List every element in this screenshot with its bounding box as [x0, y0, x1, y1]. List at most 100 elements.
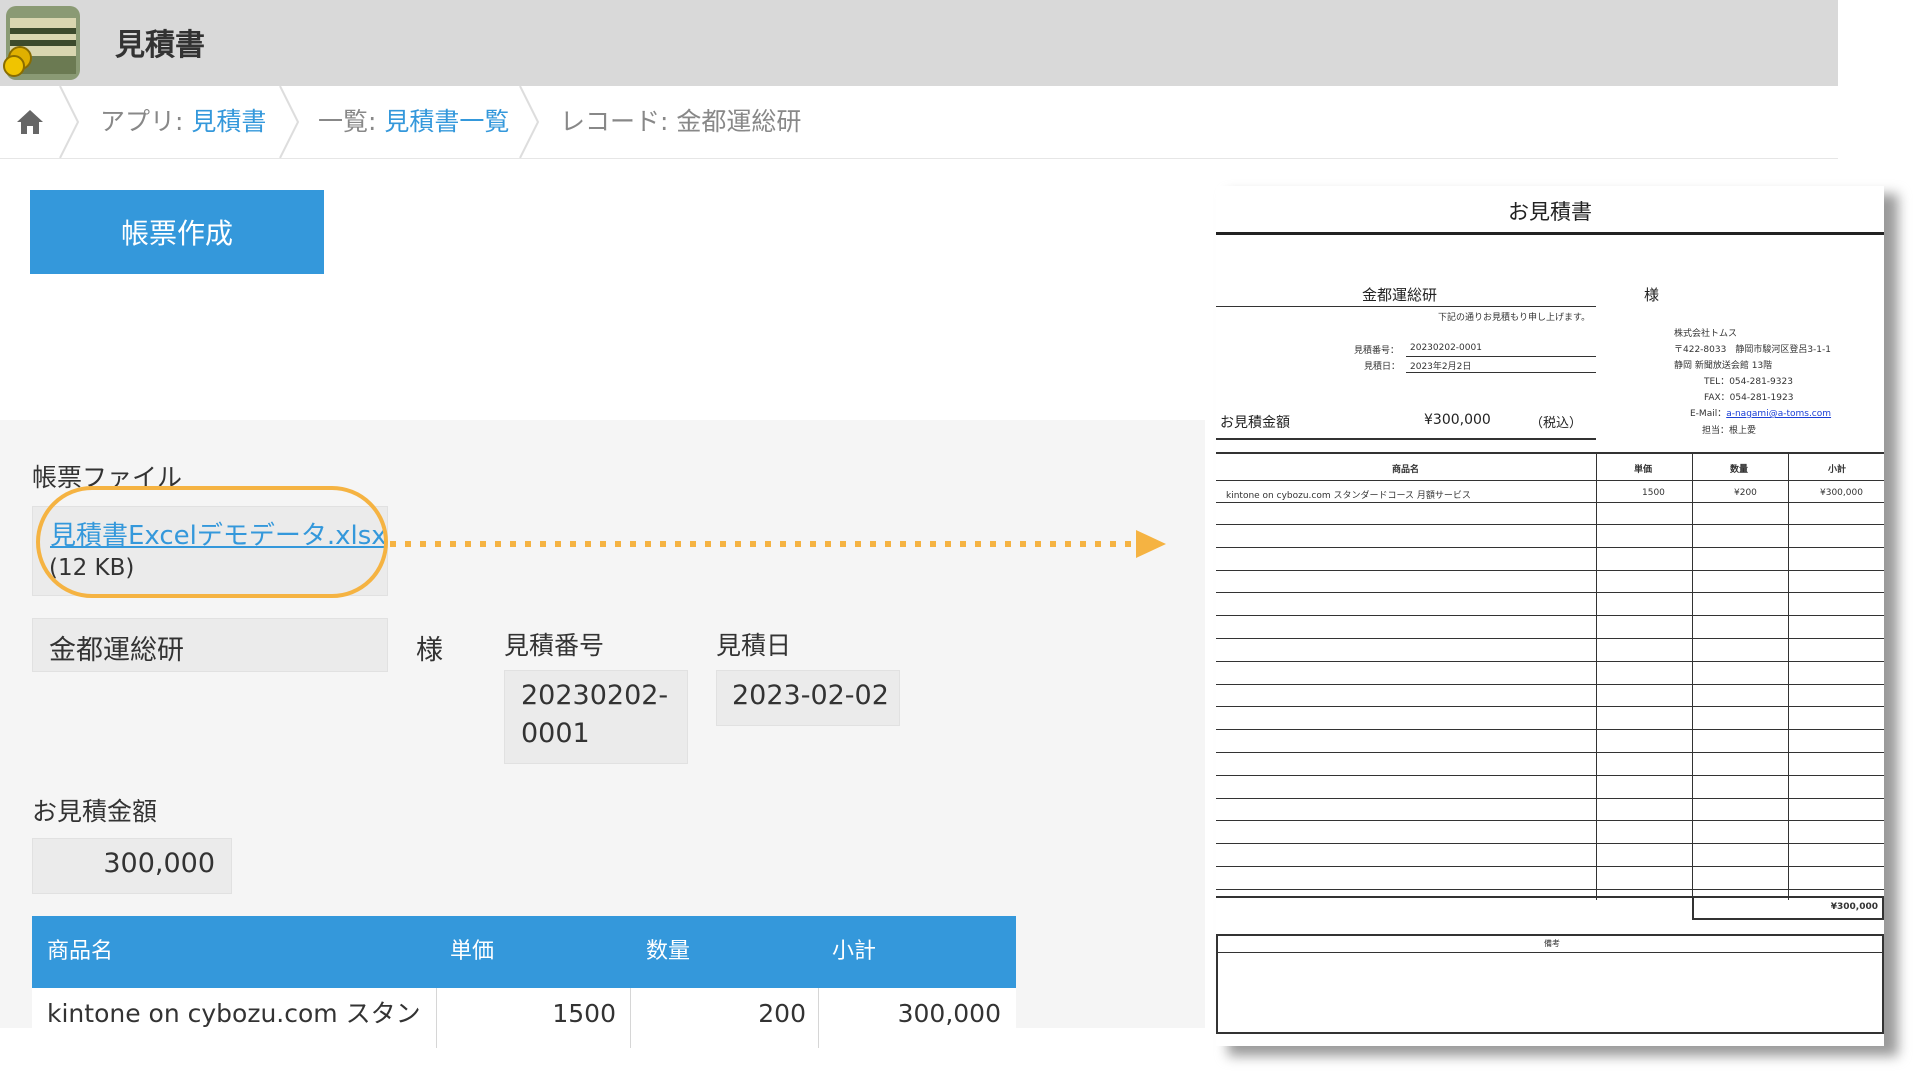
document-grid-row-line	[1216, 480, 1884, 481]
document-quote-date: 2023年2月2日	[1410, 362, 1472, 372]
document-grid-row-line	[1216, 820, 1884, 821]
document-email: E-Mail：a-nagami@a-toms.com	[1690, 406, 1831, 419]
document-items-grid: 商品名 単価 数量 小計 kintone on cybozu.com スタンダー…	[1216, 452, 1884, 900]
breadcrumb-record: レコード: 金都運総研	[560, 107, 802, 136]
column-header-subtotal: 小計	[832, 939, 877, 964]
document-row-unit-price: 1500	[1642, 488, 1665, 498]
document-total-box: ¥300,000	[1692, 898, 1884, 920]
document-grid-row-line	[1216, 706, 1884, 707]
document-grid-row-line	[1216, 502, 1884, 503]
document-total: ¥300,000	[1830, 902, 1878, 912]
column-divider	[818, 988, 819, 1048]
document-header-product: 商品名	[1392, 465, 1420, 475]
document-grid-row-line	[1216, 547, 1884, 548]
cell-quantity: 200	[758, 999, 806, 1028]
document-quote-date-label: 見積日：	[1364, 362, 1401, 372]
document-remarks-box: 備考	[1216, 934, 1884, 1034]
document-email-label: E-Mail：	[1690, 409, 1727, 419]
document-staff: 担当：根上愛	[1702, 426, 1757, 436]
document-amount: ¥300,000	[1424, 412, 1491, 428]
document-intro: 下記の通りお見積もり申し上げます。	[1438, 313, 1591, 323]
quote-number-line1: 20230202-	[521, 680, 669, 711]
document-grid-row-line	[1216, 592, 1884, 593]
document-grid-column-line	[1788, 454, 1789, 900]
app-title: 見積書	[115, 28, 205, 63]
column-divider	[436, 988, 437, 1048]
chevron-separator-icon	[279, 86, 300, 158]
cell-unit-price: 1500	[552, 999, 616, 1028]
document-amount-label: お見積金額	[1220, 415, 1290, 431]
document-header-subtotal: 小計	[1828, 465, 1847, 475]
document-grid-row-line	[1216, 615, 1884, 616]
document-grid-row-line	[1216, 661, 1884, 662]
column-header-unit-price: 単価	[450, 939, 495, 964]
document-fax: FAX：054-281-1923	[1704, 393, 1794, 403]
table-row: kintone on cybozu.com スタン 1500 200 300,0…	[32, 988, 1016, 1048]
quote-document-preview: お見積書 金都運総研 様 下記の通りお見積もり申し上げます。 見積番号： 202…	[1216, 186, 1884, 1046]
document-row-product: kintone on cybozu.com スタンダードコース 月額サービス	[1226, 491, 1471, 501]
quote-number-label: 見積番号	[504, 631, 605, 660]
app-header: 見積書	[0, 0, 1838, 86]
document-header-quantity: 数量	[1730, 465, 1749, 475]
document-grid-row-line	[1216, 843, 1884, 844]
highlight-oval	[36, 486, 388, 598]
document-amount-rule	[1216, 438, 1596, 440]
cell-product: kintone on cybozu.com スタン	[47, 999, 421, 1028]
document-grid-row-line	[1216, 729, 1884, 730]
document-grid-row-line	[1216, 752, 1884, 753]
document-grid-row-line	[1216, 889, 1884, 890]
document-rule	[1406, 372, 1596, 373]
document-title-rule	[1216, 232, 1884, 235]
document-grid-column-line	[1692, 454, 1693, 900]
document-title: お見積書	[1508, 200, 1592, 224]
amount-label: お見積金額	[32, 797, 158, 826]
document-address1: 〒422-8033 静岡市駿河区登呂3-1-1	[1674, 345, 1832, 355]
breadcrumb-app-prefix: アプリ:	[100, 107, 192, 136]
items-table: 商品名 単価 数量 小計 kintone on cybozu.com スタン 1…	[32, 916, 1016, 1048]
document-grid-row-line	[1216, 524, 1884, 525]
document-grid-row-line	[1216, 684, 1884, 685]
document-address2: 静岡 新聞放送会館 13階	[1674, 361, 1773, 371]
items-table-header: 商品名 単価 数量 小計	[32, 916, 1016, 988]
column-header-quantity: 数量	[646, 939, 691, 964]
document-grid-column-line	[1596, 454, 1597, 900]
document-customer-rule	[1216, 306, 1596, 307]
document-grid-row-line	[1216, 866, 1884, 867]
document-customer: 金都運総研	[1362, 286, 1438, 304]
column-header-product: 商品名	[47, 939, 114, 964]
document-tax-note: （税込）	[1530, 416, 1583, 431]
document-honorific: 様	[1644, 286, 1660, 304]
coin-stack-icon[interactable]	[0, 0, 86, 86]
chevron-separator-icon	[59, 86, 80, 158]
document-rule	[1406, 356, 1596, 357]
breadcrumb: アプリ: 見積書 一覧: 見積書一覧 レコード: 金都運総研	[0, 86, 1838, 159]
breadcrumb-app: アプリ: 見積書	[100, 86, 266, 158]
home-icon[interactable]	[15, 107, 45, 137]
document-grid-row-line	[1216, 775, 1884, 776]
quote-date-field[interactable]: 2023-02-02	[716, 670, 900, 726]
document-row-subtotal: ¥300,000	[1820, 488, 1863, 498]
document-quote-number: 20230202-0001	[1410, 343, 1482, 353]
document-quote-number-label: 見積番号：	[1354, 346, 1400, 356]
document-remarks-label: 備考	[1218, 936, 1884, 953]
breadcrumb-app-link[interactable]: 見積書	[191, 107, 266, 136]
document-grid-row-line	[1216, 798, 1884, 799]
document-company: 株式会社トムス	[1674, 329, 1738, 339]
quote-number-field[interactable]: 20230202- 0001	[504, 670, 688, 764]
customer-field[interactable]: 金都運総研	[32, 618, 388, 672]
amount-field[interactable]: 300,000	[32, 838, 232, 894]
document-row-quantity: ¥200	[1734, 488, 1757, 498]
honorific-label: 様	[416, 635, 443, 666]
cell-subtotal: 300,000	[897, 999, 1001, 1028]
document-grid-row-line	[1216, 638, 1884, 639]
create-form-button[interactable]: 帳票作成	[30, 190, 324, 274]
document-header-unit-price: 単価	[1634, 465, 1653, 475]
chevron-separator-icon	[519, 86, 540, 158]
document-grid-row-line	[1216, 570, 1884, 571]
document-email-link: a-nagami@a-toms.com	[1726, 409, 1832, 419]
breadcrumb-list-link[interactable]: 見積書一覧	[384, 107, 509, 136]
quote-number-line2: 0001	[521, 718, 590, 749]
column-divider	[630, 988, 631, 1048]
dotted-arrow-icon	[390, 530, 1166, 558]
breadcrumb-list: 一覧: 見積書一覧	[318, 86, 509, 158]
